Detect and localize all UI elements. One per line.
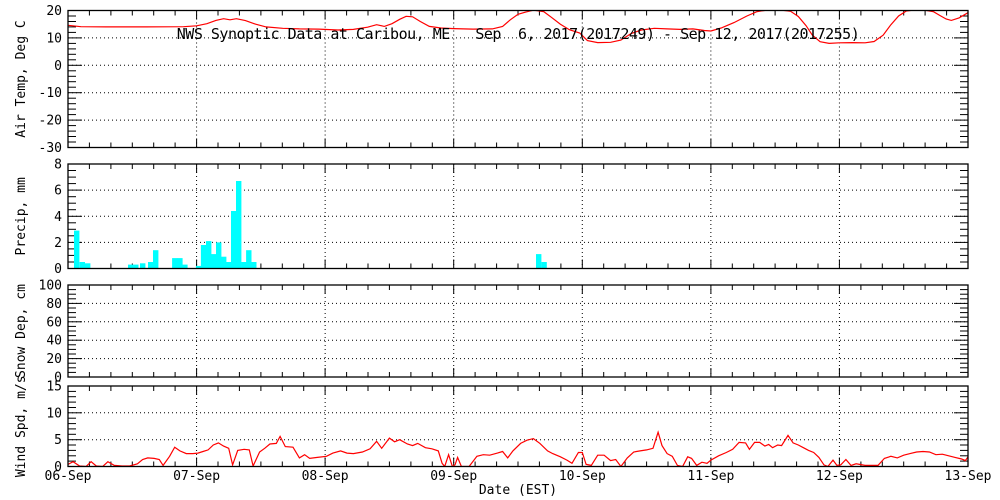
y-tick-label: 100 <box>39 279 62 294</box>
x-tick-label: 07-Sep <box>173 469 220 484</box>
y-tick-label: 0 <box>54 59 62 74</box>
y-tick-label: 0 <box>54 262 62 277</box>
precip-bar <box>541 262 547 269</box>
panel-frame <box>67 284 969 378</box>
precip-bar <box>172 258 178 269</box>
precip-bar <box>246 250 252 269</box>
x-tick-label: 08-Sep <box>302 469 349 484</box>
y-tick-label: 5 <box>54 433 62 448</box>
y-tick-label: 10 <box>46 31 62 46</box>
precip-axis-label: Precip, mm <box>14 177 29 255</box>
y-tick-label: 20 <box>46 352 62 367</box>
y-tick-label: -30 <box>39 141 62 156</box>
wind-speed-line <box>68 430 968 467</box>
precip-bar <box>226 262 232 269</box>
y-tick-label: 10 <box>46 406 62 421</box>
y-tick-label: 40 <box>46 334 62 349</box>
precip-bar <box>211 254 217 269</box>
y-tick-label: -10 <box>39 86 62 101</box>
precip-bar <box>236 181 242 269</box>
y-tick-label: 6 <box>54 184 62 199</box>
x-axis-title: Date (EST) <box>478 483 558 498</box>
panel-frame <box>67 385 969 468</box>
y-tick-label: 4 <box>54 210 62 225</box>
precip-bar <box>241 262 247 269</box>
x-tick-label: 11-Sep <box>687 469 734 484</box>
precip-bar <box>216 242 222 269</box>
precip-bar <box>148 262 154 269</box>
y-tick-label: 8 <box>54 158 62 173</box>
y-tick-label: 20 <box>46 4 62 19</box>
precip-bar <box>206 241 212 269</box>
x-tick-label: 09-Sep <box>430 469 477 484</box>
x-tick-label: 10-Sep <box>559 469 606 484</box>
precip-bar <box>177 258 183 269</box>
y-tick-label: 80 <box>46 297 62 312</box>
precip-bar <box>251 262 257 269</box>
precip-bar <box>140 263 146 269</box>
air-temp-axis-label: Air Temp, Deg C <box>14 20 29 137</box>
y-tick-label: 15 <box>46 380 62 395</box>
panel-snow-depth: 020406080100Snow Dep, cm <box>14 279 969 386</box>
precip-bar <box>85 263 91 269</box>
x-tick-label: 13-Sep <box>945 469 992 484</box>
precip-bar <box>536 254 542 269</box>
precip-bar <box>221 256 227 269</box>
panel-wind-speed: 051015Wind Spd, m/s <box>14 375 969 477</box>
y-tick-label: 2 <box>54 236 62 251</box>
y-tick-label: 60 <box>46 315 62 330</box>
precip-bar <box>74 230 80 269</box>
x-tick-label: 06-Sep <box>45 469 92 484</box>
y-tick-label: -20 <box>39 114 62 129</box>
panel-precip: 0 2 4 6 8 Precip, mm <box>14 158 969 277</box>
chart-title: NWS Synoptic Data at Caribou, ME Sep 6, … <box>176 25 860 43</box>
weather-synoptic-chart: -30 -20 -10 0 10 20 Air Temp, Deg C 0 2 4 6 8 Precip… <box>0 0 1000 500</box>
precip-bar <box>200 245 207 269</box>
precip-bar <box>231 211 237 269</box>
precip-bar <box>79 262 85 269</box>
chart-canvas: -30 -20 -10 0 10 20 Air Temp, Deg C 0 2 4 6 8 Precip… <box>14 4 992 484</box>
precip-bar <box>153 250 159 269</box>
snow-depth-axis-label: Snow Dep, cm <box>14 284 29 378</box>
wind-speed-axis-label: Wind Spd, m/s <box>14 375 29 477</box>
x-tick-label: 12-Sep <box>816 469 863 484</box>
